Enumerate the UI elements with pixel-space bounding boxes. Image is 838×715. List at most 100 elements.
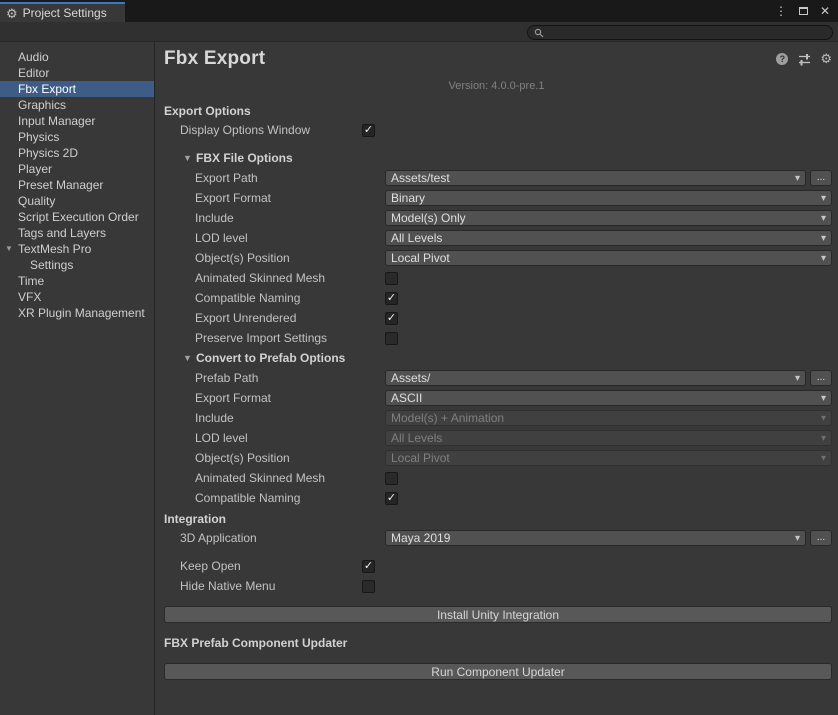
hide-native-menu-checkbox[interactable]: [362, 580, 375, 593]
sidebar-item-audio[interactable]: Audio: [0, 49, 154, 65]
chevron-down-icon: ▾: [821, 453, 826, 464]
tab-project-settings[interactable]: ⚙ Project Settings: [0, 2, 125, 22]
preset-icon[interactable]: [797, 52, 811, 66]
compatible-naming-row: Compatible Naming ✓: [155, 288, 838, 308]
sidebar-item-label: Physics: [18, 130, 59, 144]
chevron-down-icon: ▾: [795, 533, 800, 544]
display-options-window-checkbox[interactable]: ✓: [362, 124, 375, 137]
sidebar-item-label: Audio: [18, 50, 49, 64]
help-icon[interactable]: ?: [776, 53, 788, 65]
dropdown-value: ASCII: [391, 391, 817, 405]
foldout-triangle-icon[interactable]: ▼: [183, 353, 196, 363]
export-unrendered-checkbox[interactable]: ✓: [385, 312, 398, 325]
sidebar-item-preset-manager[interactable]: Preset Manager: [0, 177, 154, 193]
fbx-file-options-foldout[interactable]: ▼ FBX File Options: [155, 148, 838, 168]
sidebar-item-input-manager[interactable]: Input Manager: [0, 113, 154, 129]
export-path-row: Export Path Assets/test ▾ ...: [155, 168, 838, 188]
field-label: Compatible Naming: [164, 491, 385, 505]
chevron-down-icon: ▾: [821, 433, 826, 444]
prefab-compatible-naming-checkbox[interactable]: ✓: [385, 492, 398, 505]
export-path-browse-button[interactable]: ...: [810, 170, 832, 186]
3d-application-dropdown[interactable]: Maya 2019 ▾: [385, 530, 806, 546]
sidebar-item-player[interactable]: Player: [0, 161, 154, 177]
sidebar-item-time[interactable]: Time: [0, 273, 154, 289]
run-component-updater-button[interactable]: Run Component Updater: [164, 663, 832, 680]
sidebar-item-label: Input Manager: [18, 114, 95, 128]
sidebar-item-script-execution-order[interactable]: Script Execution Order: [0, 209, 154, 225]
field-label: Export Format: [164, 191, 385, 205]
settings-gear-icon[interactable]: ⚙: [820, 52, 832, 65]
sidebar-item-label: Player: [18, 162, 52, 176]
field-label: LOD level: [164, 231, 385, 245]
sidebar-item-textmesh-pro[interactable]: ▼TextMesh Pro: [0, 241, 154, 257]
sidebar-item-physics-2d[interactable]: Physics 2D: [0, 145, 154, 161]
sidebar-item-label: Editor: [18, 66, 49, 80]
sidebar-item-editor[interactable]: Editor: [0, 65, 154, 81]
3d-application-row: 3D Application Maya 2019 ▾ ...: [155, 528, 838, 548]
export-path-dropdown[interactable]: Assets/test ▾: [385, 170, 806, 186]
field-label: Animated Skinned Mesh: [164, 271, 385, 285]
search-box[interactable]: [527, 25, 833, 40]
sidebar-item-fbx-export[interactable]: Fbx Export: [0, 81, 154, 97]
prefab-export-format-row: Export Format ASCII ▾: [155, 388, 838, 408]
sidebar-item-graphics[interactable]: Graphics: [0, 97, 154, 113]
export-unrendered-row: Export Unrendered ✓: [155, 308, 838, 328]
sidebar-item-settings[interactable]: Settings: [0, 257, 154, 273]
keep-open-row: Keep Open ✓: [155, 556, 838, 576]
tab-title: Project Settings: [23, 6, 107, 20]
field-label: Export Path: [164, 171, 385, 185]
keep-open-checkbox[interactable]: ✓: [362, 560, 375, 573]
field-label: Compatible Naming: [164, 291, 385, 305]
dropdown-value: Local Pivot: [391, 251, 817, 265]
export-format-dropdown[interactable]: Binary ▾: [385, 190, 832, 206]
project-settings-window: ⚙ Project Settings ⋮ ✕ AudioEditorFbx Ex…: [0, 0, 838, 715]
sidebar-item-quality[interactable]: Quality: [0, 193, 154, 209]
dropdown-value: Binary: [391, 191, 817, 205]
sidebar-item-vfx[interactable]: VFX: [0, 289, 154, 305]
dropdown-value: Maya 2019: [391, 531, 791, 545]
sidebar-item-physics[interactable]: Physics: [0, 129, 154, 145]
window-menu-icon[interactable]: ⋮: [775, 4, 787, 18]
prefab-export-format-dropdown[interactable]: ASCII ▾: [385, 390, 832, 406]
field-label: Include: [164, 411, 385, 425]
install-unity-integration-button[interactable]: Install Unity Integration: [164, 606, 832, 623]
version-label: Version: 4.0.0-pre.1: [155, 80, 838, 94]
page-title: Fbx Export: [164, 48, 265, 70]
gear-icon: ⚙: [6, 7, 18, 20]
animated-skinned-mesh-checkbox[interactable]: [385, 272, 398, 285]
lod-level-dropdown[interactable]: All Levels ▾: [385, 230, 832, 246]
export-format-row: Export Format Binary ▾: [155, 188, 838, 208]
sidebar-item-label: VFX: [18, 290, 41, 304]
sidebar-item-tags-and-layers[interactable]: Tags and Layers: [0, 225, 154, 241]
prefab-animated-skinned-mesh-checkbox[interactable]: [385, 472, 398, 485]
maximize-icon[interactable]: [799, 7, 808, 15]
main-pane: Fbx Export ? ⚙ Version: 4.0.0-pre.1 Expo…: [155, 42, 838, 715]
sidebar-item-xr-plugin-management[interactable]: XR Plugin Management: [0, 305, 154, 321]
export-options-heading: Export Options: [155, 102, 838, 120]
field-label: Hide Native Menu: [164, 579, 362, 593]
integration-heading: Integration: [155, 510, 838, 528]
include-dropdown[interactable]: Model(s) Only ▾: [385, 210, 832, 226]
sidebar-item-label: Tags and Layers: [18, 226, 106, 240]
chevron-down-icon: ▾: [821, 253, 826, 264]
dropdown-value: All Levels: [391, 231, 817, 245]
include-row: Include Model(s) Only ▾: [155, 208, 838, 228]
foldout-triangle-icon[interactable]: ▼: [3, 241, 15, 257]
hide-native-menu-row: Hide Native Menu: [155, 576, 838, 596]
field-label: LOD level: [164, 431, 385, 445]
preserve-import-settings-checkbox[interactable]: [385, 332, 398, 345]
close-icon[interactable]: ✕: [820, 4, 830, 18]
prefab-path-dropdown[interactable]: Assets/ ▾: [385, 370, 806, 386]
sidebar-item-label: Physics 2D: [18, 146, 78, 160]
chevron-down-icon: ▾: [821, 193, 826, 204]
compatible-naming-checkbox[interactable]: ✓: [385, 292, 398, 305]
3d-application-browse-button[interactable]: ...: [810, 530, 832, 546]
convert-to-prefab-options-foldout[interactable]: ▼ Convert to Prefab Options: [155, 348, 838, 368]
dropdown-value: Local Pivot: [391, 451, 817, 465]
search-input[interactable]: [548, 26, 826, 39]
prefab-include-dropdown: Model(s) + Animation ▾: [385, 410, 832, 426]
objects-position-dropdown[interactable]: Local Pivot ▾: [385, 250, 832, 266]
prefab-path-browse-button[interactable]: ...: [810, 370, 832, 386]
foldout-triangle-icon[interactable]: ▼: [183, 153, 196, 163]
search-icon: [534, 28, 544, 38]
